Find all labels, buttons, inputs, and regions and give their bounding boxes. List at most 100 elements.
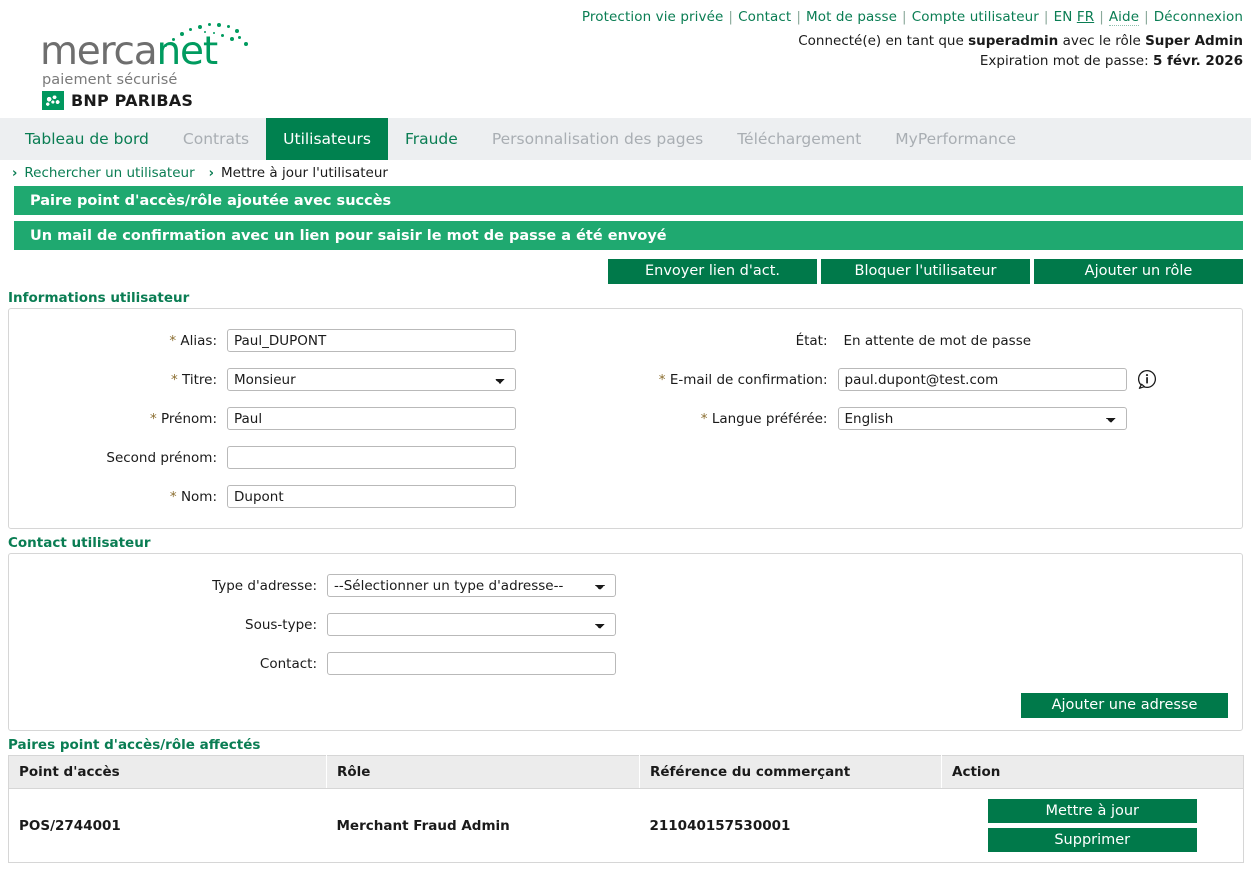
title-label-text: Titre: — [182, 372, 217, 388]
language-label-text: Langue préférée: — [712, 411, 828, 427]
alias-label: * Alias: — [9, 333, 227, 349]
session-prefix: Connecté(e) en tant que — [798, 33, 968, 49]
lastname-input[interactable] — [227, 485, 516, 508]
table-header-row: Point d'accès Rôle Référence du commerça… — [9, 756, 1244, 789]
lang-en-link[interactable]: EN — [1054, 9, 1073, 25]
required-marker: * — [150, 411, 157, 427]
block-user-button[interactable]: Bloquer l'utilisateur — [821, 259, 1030, 284]
field-row-language: * Langue préférée: English — [626, 399, 1243, 438]
field-row-middlename: Second prénom: — [9, 438, 626, 477]
nav-myperformance[interactable]: MyPerformance — [878, 118, 1033, 160]
alias-input[interactable] — [227, 329, 516, 352]
field-row-state: État: En attente de mot de passe — [626, 321, 1243, 360]
subtype-label: Sous-type: — [9, 617, 327, 633]
password-link[interactable]: Mot de passe — [806, 9, 897, 25]
cell-actions: Mettre à jour Supprimer — [942, 789, 1244, 863]
main-navigation: Tableau de bord Contrats Utilisateurs Fr… — [0, 118, 1251, 160]
logout-link[interactable]: Déconnexion — [1154, 9, 1243, 25]
lang-fr-link[interactable]: FR — [1077, 9, 1094, 25]
link-separator: | — [723, 9, 738, 25]
contact-input[interactable] — [327, 652, 616, 675]
subtype-select[interactable] — [327, 613, 616, 636]
chevron-right-icon: › — [12, 166, 17, 181]
field-row-title: * Titre: Monsieur — [9, 360, 626, 399]
column-header-role: Rôle — [327, 756, 640, 789]
contact-link[interactable]: Contact — [738, 9, 791, 25]
privacy-link[interactable]: Protection vie privée — [582, 9, 724, 25]
firstname-input[interactable] — [227, 407, 516, 430]
add-address-row: Ajouter une adresse — [9, 687, 1242, 730]
field-row-email: * E-mail de confirmation: — [626, 360, 1243, 399]
email-label: * E-mail de confirmation: — [626, 372, 838, 388]
success-banner-role-pair: Paire point d'accès/rôle ajoutée avec su… — [8, 186, 1243, 215]
success-banner-confirmation-mail: Un mail de confirmation avec un lien pou… — [8, 221, 1243, 250]
confirmation-email-input[interactable] — [838, 368, 1127, 391]
nav-fraude[interactable]: Fraude — [388, 118, 475, 160]
title-label: * Titre: — [9, 372, 227, 388]
field-row-lastname: * Nom: — [9, 477, 626, 516]
role-pairs-section-title: Paires point d'accès/rôle affectés — [8, 737, 1251, 753]
add-address-button[interactable]: Ajouter une adresse — [1021, 693, 1228, 718]
middlename-input[interactable] — [227, 446, 516, 469]
field-row-contact: Contact: — [9, 644, 1242, 683]
nav-telechargement[interactable]: Téléchargement — [720, 118, 878, 160]
breadcrumb-search-user[interactable]: Rechercher un utilisateur — [24, 165, 194, 181]
field-row-subtype: Sous-type: — [9, 605, 1242, 644]
email-label-text: E-mail de confirmation: — [670, 372, 828, 388]
column-header-action: Action — [942, 756, 1244, 789]
mercanet-logo: mercanet paiement sécurisé BNP PARIBAS — [40, 22, 270, 112]
user-info-left-column: * Alias: * Titre: Monsieur * Prénom: Sec… — [9, 321, 626, 516]
user-account-link[interactable]: Compte utilisateur — [912, 9, 1039, 25]
breadcrumb: › Rechercher un utilisateur › Mettre à j… — [0, 160, 1251, 186]
cell-access-point: POS/2744001 — [9, 789, 327, 863]
nav-tableau-de-bord[interactable]: Tableau de bord — [8, 118, 166, 160]
info-icon[interactable] — [1136, 369, 1158, 391]
link-separator: | — [791, 9, 806, 25]
language-select[interactable]: English — [838, 407, 1127, 430]
field-row-firstname: * Prénom: — [9, 399, 626, 438]
row-update-button[interactable]: Mettre à jour — [988, 799, 1197, 823]
nav-utilisateurs[interactable]: Utilisateurs — [266, 118, 388, 160]
required-marker: * — [701, 411, 708, 427]
contact-label: Contact: — [9, 656, 327, 672]
cell-merchant-ref: 211040157530001 — [640, 789, 942, 863]
required-marker: * — [659, 372, 666, 388]
language-label: * Langue préférée: — [626, 411, 838, 427]
required-marker: * — [170, 489, 177, 505]
add-role-button[interactable]: Ajouter un rôle — [1034, 259, 1243, 284]
help-link[interactable]: Aide — [1109, 9, 1139, 26]
cell-role: Merchant Fraud Admin — [327, 789, 640, 863]
bottom-action-bar: Mettre à jour Annuler — [0, 863, 1251, 874]
bnp-paribas-logo: BNP PARIBAS — [42, 91, 193, 110]
session-role: Super Admin — [1145, 33, 1243, 49]
middlename-label: Second prénom: — [9, 450, 227, 466]
link-separator: | — [1139, 9, 1154, 25]
role-pairs-table: Point d'accès Rôle Référence du commerça… — [8, 755, 1244, 863]
breadcrumb-current: Mettre à jour l'utilisateur — [221, 165, 388, 181]
row-delete-button[interactable]: Supprimer — [988, 828, 1197, 852]
logo-word-merca: merca — [40, 29, 157, 74]
lastname-label: * Nom: — [9, 489, 227, 505]
title-select[interactable]: Monsieur — [227, 368, 516, 391]
address-type-select[interactable]: --Sélectionner un type d'adresse-- — [327, 574, 616, 597]
session-middle: avec le rôle — [1058, 33, 1145, 49]
alias-label-text: Alias: — [180, 333, 217, 349]
session-username: superadmin — [968, 33, 1058, 49]
lastname-label-text: Nom: — [181, 489, 217, 505]
firstname-label: * Prénom: — [9, 411, 227, 427]
table-row: POS/2744001 Merchant Fraud Admin 2110401… — [9, 789, 1244, 863]
page-header: mercanet paiement sécurisé BNP PARIBAS P… — [0, 0, 1251, 118]
send-activation-link-button[interactable]: Envoyer lien d'act. — [608, 259, 817, 284]
bnp-stars-icon — [42, 91, 64, 110]
required-marker: * — [169, 333, 176, 349]
expiry-label: Expiration mot de passe: — [980, 53, 1153, 69]
utility-links: Protection vie privée|Contact|Mot de pas… — [582, 9, 1243, 25]
nav-personnalisation[interactable]: Personnalisation des pages — [475, 118, 720, 160]
firstname-label-text: Prénom: — [161, 411, 217, 427]
required-marker: * — [171, 372, 178, 388]
expiry-date: 5 févr. 2026 — [1153, 53, 1243, 69]
top-action-bar: Envoyer lien d'act. Bloquer l'utilisateu… — [0, 256, 1251, 284]
nav-contrats[interactable]: Contrats — [166, 118, 266, 160]
chevron-right-icon: › — [209, 166, 214, 181]
user-contact-section-title: Contact utilisateur — [8, 535, 1251, 551]
